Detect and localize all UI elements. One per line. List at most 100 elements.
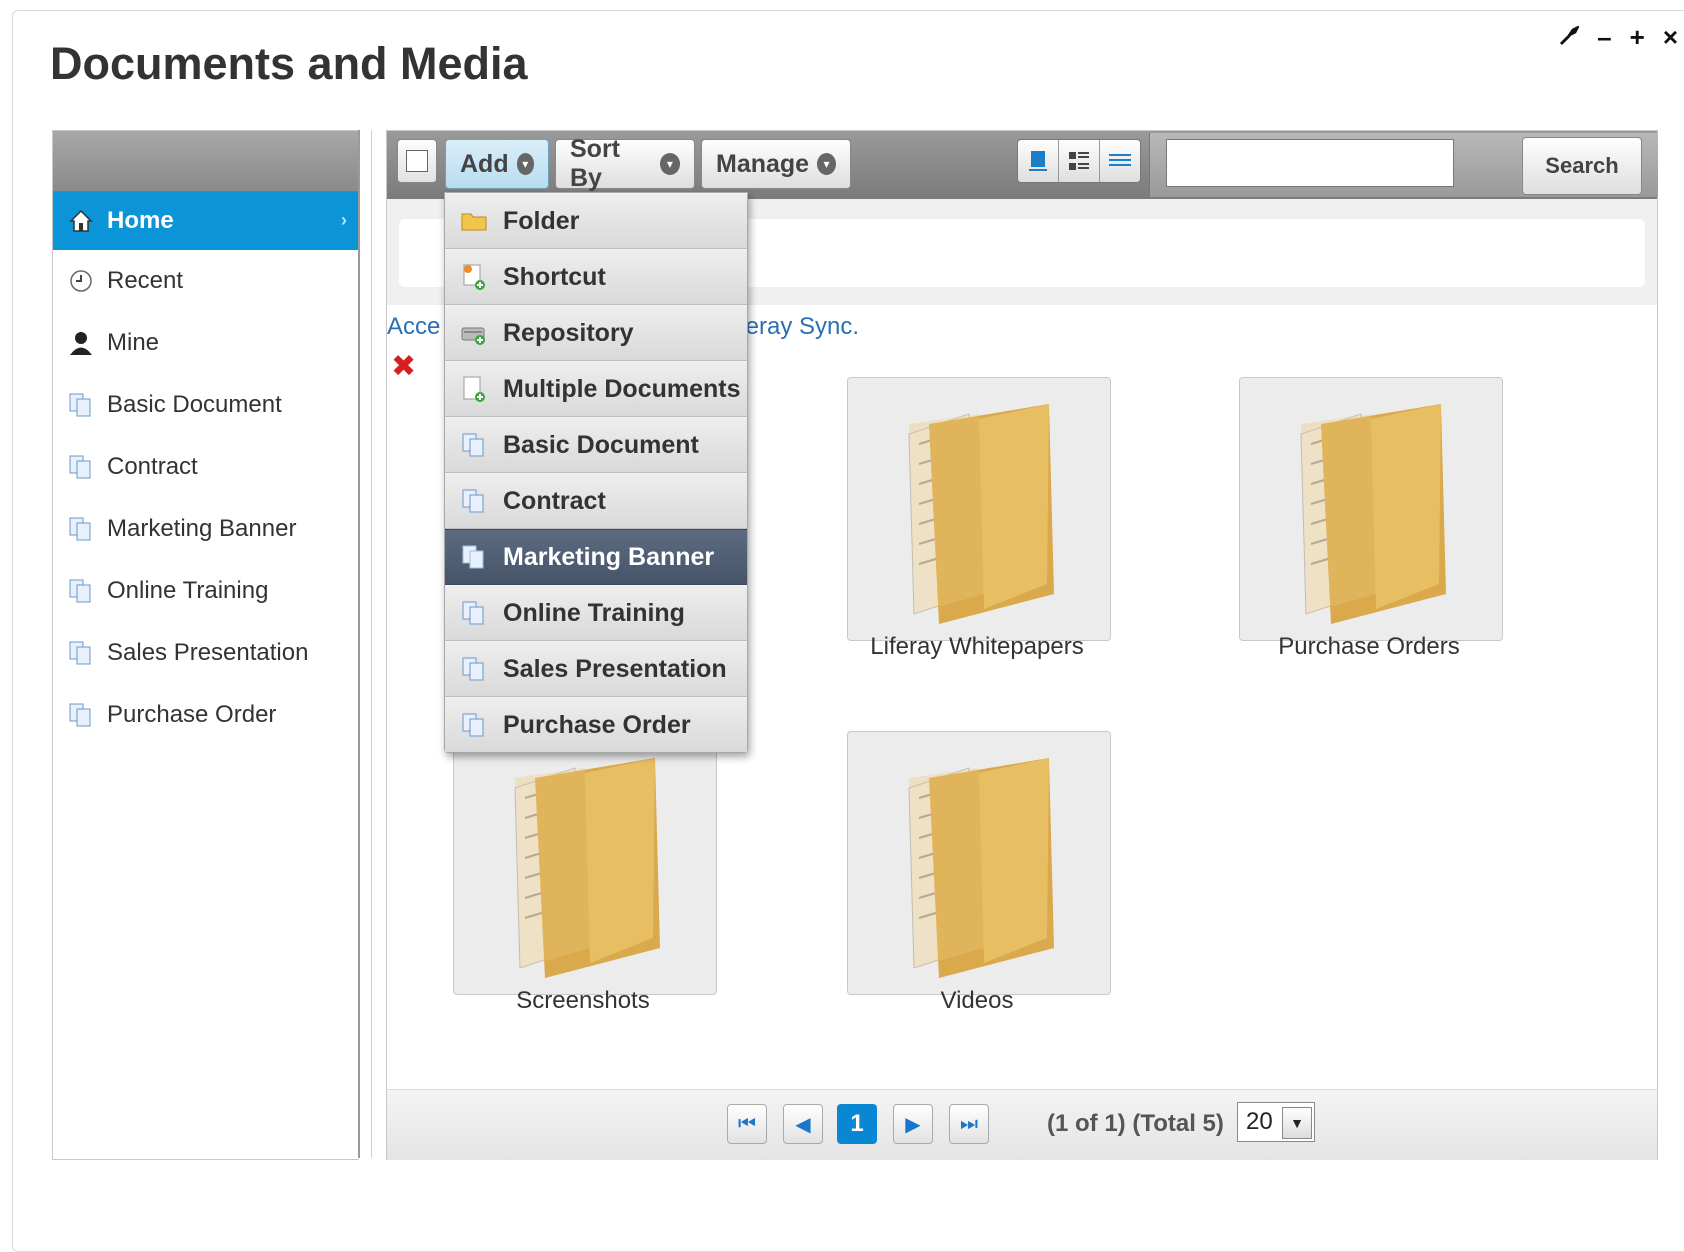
- menu-item-marketing-banner[interactable]: Marketing Banner: [445, 529, 747, 585]
- folder-card-screenshots[interactable]: [453, 731, 717, 995]
- nav-item-basic-document[interactable]: Basic Document: [53, 374, 359, 436]
- add-menu: Folder Shortcut Repository Multiple Docu…: [444, 192, 748, 753]
- search-input[interactable]: [1166, 139, 1454, 187]
- next-page-icon[interactable]: ▶: [893, 1104, 933, 1144]
- nav-item-home[interactable]: Home ›: [53, 192, 359, 250]
- user-icon: [67, 329, 95, 357]
- document-type-icon: [459, 598, 489, 628]
- close-icon[interactable]: ×: [1663, 24, 1678, 50]
- folder-name[interactable]: Liferay Whitepapers: [817, 633, 1137, 661]
- dismiss-message-icon[interactable]: ✖: [391, 349, 416, 384]
- sort-by-button[interactable]: Sort By ▾: [555, 135, 695, 192]
- nav-item-label: Home: [107, 207, 174, 234]
- pagination-info: (1 of 1) (Total 5): [1047, 1110, 1224, 1137]
- nav-item-sales-presentation[interactable]: Sales Presentation: [53, 622, 359, 684]
- document-type-icon: [459, 542, 489, 572]
- maximize-icon[interactable]: +: [1630, 24, 1645, 50]
- nav-item-label: Online Training: [107, 577, 269, 604]
- folder-card-videos[interactable]: [847, 731, 1111, 995]
- home-icon: [67, 207, 95, 235]
- clock-icon: [67, 267, 95, 295]
- menu-item-label: Marketing Banner: [503, 542, 715, 571]
- folder-icon: [514, 758, 660, 978]
- nav-item-label: Mine: [107, 329, 160, 356]
- multiple-documents-icon: [459, 374, 489, 404]
- descriptive-view-icon[interactable]: [1059, 140, 1100, 182]
- menu-item-contract[interactable]: Contract: [445, 473, 747, 529]
- nav-item-label: Sales Presentation: [107, 639, 309, 666]
- nav-item-contract[interactable]: Contract: [53, 436, 359, 498]
- nav-item-marketing-banner[interactable]: Marketing Banner: [53, 498, 359, 560]
- chevron-right-icon: ›: [341, 210, 347, 230]
- folder-icon: [1300, 404, 1446, 624]
- navigation-header: [53, 131, 359, 192]
- select-all-checkbox[interactable]: [397, 139, 437, 183]
- menu-item-repository[interactable]: Repository: [445, 305, 747, 361]
- select-arrow-icon: ▼: [1282, 1107, 1312, 1139]
- nav-item-label: Recent: [107, 267, 184, 294]
- last-page-icon[interactable]: ⏭: [949, 1104, 989, 1144]
- menu-item-folder[interactable]: Folder: [445, 193, 747, 249]
- manage-button-label: Manage: [716, 149, 810, 178]
- icon-view-icon[interactable]: [1018, 140, 1059, 182]
- current-page-button[interactable]: 1: [837, 1104, 877, 1144]
- menu-item-label: Basic Document: [503, 430, 699, 459]
- navigation-panel: Home › Recent Mine Basic Document Contra…: [52, 130, 359, 1160]
- dropdown-arrow-icon: ▾: [659, 153, 680, 175]
- configuration-wrench-icon[interactable]: [1559, 24, 1581, 50]
- document-type-icon: [67, 577, 95, 605]
- document-type-icon: [459, 430, 489, 460]
- nav-item-online-training[interactable]: Online Training: [53, 560, 359, 622]
- minimize-icon[interactable]: –: [1597, 24, 1611, 50]
- toolbar: Add ▾ Sort By ▾ Manage ▾ Search: [387, 131, 1658, 199]
- search-button[interactable]: Search: [1522, 137, 1642, 195]
- page-size-select[interactable]: 20 ▼: [1237, 1102, 1315, 1142]
- dropdown-arrow-icon: ▾: [817, 153, 836, 175]
- nav-item-recent[interactable]: Recent: [53, 250, 359, 312]
- document-type-icon: [459, 710, 489, 740]
- manage-button[interactable]: Manage ▾: [701, 139, 851, 189]
- menu-item-label: Shortcut: [503, 262, 606, 291]
- nav-item-mine[interactable]: Mine: [53, 312, 359, 374]
- nav-item-label: Purchase Order: [107, 701, 277, 728]
- menu-item-label: Online Training: [503, 598, 685, 627]
- add-button[interactable]: Add ▾: [445, 139, 549, 189]
- menu-item-purchase-order[interactable]: Purchase Order: [445, 697, 747, 752]
- folder-name[interactable]: Videos: [817, 987, 1137, 1015]
- nav-item-purchase-order[interactable]: Purchase Order: [53, 684, 359, 746]
- document-type-icon: [459, 654, 489, 684]
- document-type-icon: [67, 701, 95, 729]
- folder-icon: [459, 206, 489, 236]
- menu-item-label: Folder: [503, 206, 580, 235]
- folder-name[interactable]: Screenshots: [423, 987, 743, 1015]
- first-page-icon[interactable]: ⏮: [727, 1104, 767, 1144]
- panel-splitter[interactable]: [358, 130, 372, 1158]
- folder-card-liferay-whitepapers[interactable]: [847, 377, 1111, 641]
- menu-item-label: Repository: [503, 318, 634, 347]
- menu-item-online-training[interactable]: Online Training: [445, 585, 747, 641]
- folder-name[interactable]: Purchase Orders: [1209, 633, 1529, 661]
- sync-message: Acce feray Sync.: [387, 313, 859, 341]
- menu-item-label: Sales Presentation: [503, 654, 727, 683]
- nav-item-label: Marketing Banner: [107, 515, 297, 542]
- portlet-title: Documents and Media: [50, 38, 528, 89]
- menu-item-label: Contract: [503, 486, 606, 515]
- menu-item-label: Multiple Documents: [503, 374, 741, 403]
- sync-link-right[interactable]: feray Sync.: [739, 313, 859, 341]
- document-type-icon: [67, 453, 95, 481]
- menu-item-multiple-documents[interactable]: Multiple Documents: [445, 361, 747, 417]
- sort-by-button-label: Sort By: [570, 135, 620, 192]
- menu-item-sales-presentation[interactable]: Sales Presentation: [445, 641, 747, 697]
- sync-link-left[interactable]: Acce: [387, 313, 440, 340]
- menu-item-basic-document[interactable]: Basic Document: [445, 417, 747, 473]
- document-type-icon: [67, 391, 95, 419]
- menu-item-shortcut[interactable]: Shortcut: [445, 249, 747, 305]
- shortcut-icon: [459, 262, 489, 292]
- pagination-bar: ⏮ ◀ 1 ▶ ⏭ (1 of 1) (Total 5) 20 ▼: [387, 1089, 1657, 1160]
- previous-page-icon[interactable]: ◀: [783, 1104, 823, 1144]
- folder-card-purchase-orders[interactable]: [1239, 377, 1503, 641]
- list-view-icon[interactable]: [1100, 140, 1140, 182]
- document-type-icon: [67, 639, 95, 667]
- menu-item-label: Purchase Order: [503, 710, 691, 739]
- document-type-icon: [67, 515, 95, 543]
